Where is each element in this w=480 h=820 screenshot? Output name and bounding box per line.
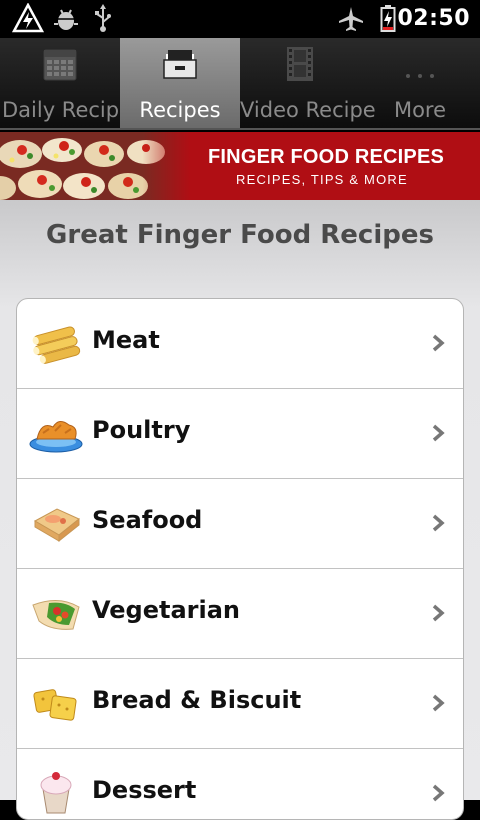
category-label: Seafood: [92, 506, 203, 534]
category-label: Bread & Biscuit: [92, 686, 302, 714]
recipes-content: Great Finger Food Recipes Meat Poultry S…: [0, 200, 480, 820]
tab-label: More: [393, 98, 447, 122]
category-label: Meat: [92, 326, 160, 354]
seafood-icon: [33, 508, 80, 543]
page-title: Great Finger Food Recipes: [46, 220, 434, 250]
tab-label: Video Recipe: [240, 98, 376, 122]
category-row-bread-biscuit[interactable]: Bread & Biscuit: [17, 659, 463, 749]
meat-rolls-icon: [32, 326, 81, 364]
tab-daily-recipes[interactable]: Daily Recipes: [0, 38, 143, 130]
film-icon: [287, 47, 313, 81]
airplane-mode-icon: [339, 7, 363, 31]
dessert-icon: [40, 772, 72, 814]
recipe-box-icon: [163, 50, 197, 79]
poultry-plate-icon: [29, 421, 83, 453]
category-list: Meat Poultry Seafood Vegetarian Bread & …: [16, 298, 464, 820]
category-label: Vegetarian: [92, 596, 241, 624]
category-row-vegetarian[interactable]: Vegetarian: [17, 569, 463, 659]
tab-label: Daily Recipes: [2, 98, 143, 122]
vegetarian-wrap-icon: [32, 600, 80, 630]
chevron-right-icon: [432, 334, 445, 352]
status-bar: 02:50: [0, 0, 480, 38]
category-row-meat[interactable]: Meat: [17, 299, 463, 389]
category-label: Poultry: [92, 416, 191, 444]
chevron-right-icon: [432, 514, 445, 532]
usb-icon: [95, 4, 111, 32]
banner-title: FINGER FOOD RECIPES: [208, 146, 445, 168]
category-row-seafood[interactable]: Seafood: [17, 479, 463, 569]
more-icon: [406, 74, 434, 78]
chevron-right-icon: [432, 694, 445, 712]
battery-charging-icon: [380, 5, 396, 32]
banner-subtitle: RECIPES, TIPS & MORE: [236, 172, 408, 187]
chevron-right-icon: [432, 424, 445, 442]
chevron-right-icon: [432, 604, 445, 622]
bread-icon: [33, 689, 77, 721]
tab-more[interactable]: More: [360, 38, 480, 130]
calendar-icon: [43, 49, 77, 81]
tab-label: Recipes: [139, 98, 221, 122]
finger-food-photo: [0, 132, 190, 200]
tab-recipes[interactable]: Recipes: [120, 38, 240, 130]
tab-bar: Daily Recipes Recipes Video Recipe More: [0, 38, 480, 130]
tab-bar-divider: [0, 128, 480, 130]
chevron-right-icon: [432, 784, 445, 802]
android-debug-icon: [54, 9, 78, 30]
category-row-dessert[interactable]: Dessert: [17, 749, 463, 819]
warning-icon: [12, 3, 44, 33]
clock: 02:50: [397, 6, 470, 31]
promo-banner[interactable]: FINGER FOOD RECIPES RECIPES, TIPS & MORE: [0, 132, 480, 200]
tab-video-recipe[interactable]: Video Recipe: [240, 38, 376, 130]
category-row-poultry[interactable]: Poultry: [17, 389, 463, 479]
